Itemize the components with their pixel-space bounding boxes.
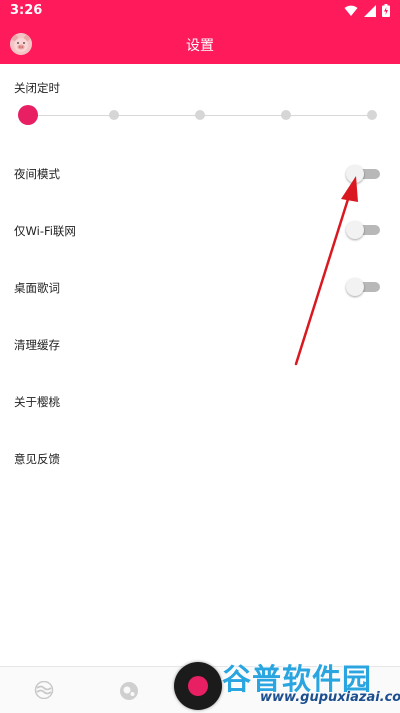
radio-nav-icon[interactable] [119,681,139,701]
disc-label-icon [188,676,208,696]
annotation-arrow-icon [294,176,358,366]
now-playing-disc[interactable] [174,662,222,710]
watermark: 谷普软件园 www.gupuxiazai.com [220,656,400,710]
discover-nav-icon[interactable] [34,681,54,699]
watermark-url: www.gupuxiazai.com [260,690,400,705]
